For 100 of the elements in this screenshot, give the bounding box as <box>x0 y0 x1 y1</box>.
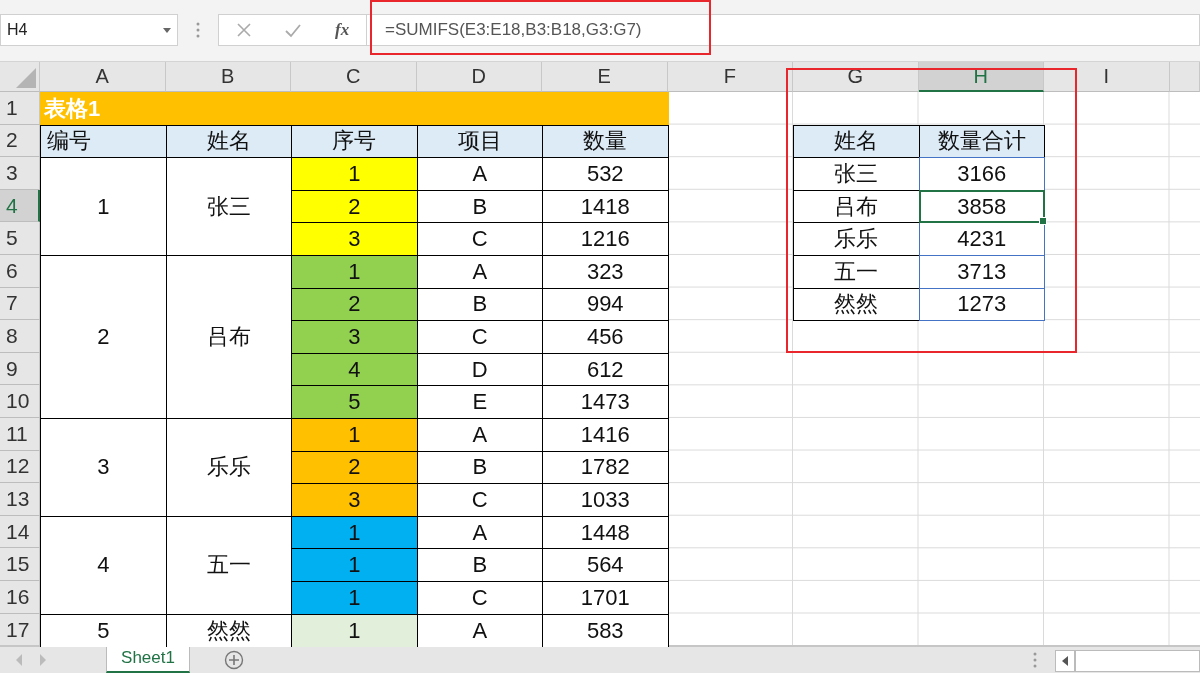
table-cell: 五一 <box>793 254 920 289</box>
table-cell: B <box>416 548 543 582</box>
sheet-tab[interactable]: Sheet1 <box>106 645 190 673</box>
row-header[interactable]: 1 <box>0 92 40 125</box>
insert-function-button[interactable]: fx <box>335 20 350 40</box>
table-cell: 1418 <box>542 189 669 224</box>
table-cell: A <box>416 515 543 550</box>
add-sheet-icon[interactable] <box>224 650 244 670</box>
table-cell: 数量 <box>542 124 669 159</box>
table-cell: 1 <box>291 417 418 452</box>
column-header[interactable]: C <box>291 62 417 92</box>
table-cell: 项目 <box>416 124 543 159</box>
check-icon[interactable] <box>285 22 302 38</box>
table-cell: 3166 <box>918 157 1045 191</box>
drag-handle-icon <box>196 21 200 39</box>
table-cell: 1 <box>291 515 418 550</box>
table-cell: 姓名 <box>793 124 920 159</box>
table-cell: 1 <box>291 157 418 191</box>
row-header[interactable]: 2 <box>0 124 40 158</box>
column-header[interactable]: A <box>40 62 166 92</box>
table-cell: 4 <box>291 352 418 387</box>
table-cell: 1 <box>291 580 418 615</box>
table-cell: 3858 <box>918 189 1045 224</box>
table-cell: B <box>416 287 543 322</box>
column-header[interactable]: E <box>542 62 668 92</box>
fill-handle[interactable] <box>1039 217 1047 226</box>
table-cell: 1448 <box>542 515 669 550</box>
formula-field[interactable]: =SUMIFS(E3:E18,B3:B18,G3:G7) <box>366 14 1200 46</box>
horizontal-scrollbar[interactable] <box>1075 650 1200 672</box>
name-box[interactable]: H4 <box>0 14 178 46</box>
table-cell: 1473 <box>542 385 669 419</box>
table-cell: 张三 <box>793 157 920 191</box>
table-cell: 583 <box>542 613 669 647</box>
table-cell: 五一 <box>165 515 292 615</box>
table-cell: 1273 <box>918 287 1045 322</box>
table-cell: 编号 <box>40 124 167 159</box>
table-cell: 2 <box>40 254 167 419</box>
table-cell: 序号 <box>291 124 418 159</box>
scroll-right-icon[interactable] <box>38 654 48 666</box>
table-cell: 564 <box>542 548 669 582</box>
table-cell: 612 <box>542 352 669 387</box>
row-header[interactable]: 8 <box>0 320 40 353</box>
select-all-icon[interactable] <box>16 68 36 88</box>
row-header[interactable]: 3 <box>0 157 40 190</box>
row-header[interactable]: 9 <box>0 352 40 386</box>
table-cell: 3 <box>291 320 418 354</box>
table-cell: 姓名 <box>165 124 292 159</box>
row-header[interactable]: 15 <box>0 548 40 581</box>
table-cell: B <box>416 189 543 224</box>
table-cell: 张三 <box>165 157 292 256</box>
table-cell: 3 <box>291 483 418 517</box>
close-icon[interactable] <box>235 22 252 38</box>
table-cell: 1416 <box>542 417 669 452</box>
row-header[interactable]: 13 <box>0 483 40 516</box>
table-cell: 2 <box>291 189 418 224</box>
column-header[interactable]: I <box>1044 62 1170 92</box>
column-header[interactable]: D <box>416 62 542 92</box>
table-cell: 数量合计 <box>918 124 1045 159</box>
table-cell: 1216 <box>542 222 669 256</box>
table-cell: D <box>416 352 543 387</box>
table-cell: 5 <box>40 613 167 647</box>
row-header[interactable]: 14 <box>0 515 40 549</box>
table-cell: 乐乐 <box>793 222 920 256</box>
table-cell: B <box>416 450 543 485</box>
table-cell: E <box>416 385 543 419</box>
row-header[interactable]: 10 <box>0 385 40 418</box>
row-header[interactable]: 7 <box>0 287 40 321</box>
table-title: 表格1 <box>40 92 669 126</box>
table-cell: A <box>416 417 543 452</box>
row-header[interactable]: 5 <box>0 222 40 255</box>
table-cell: 吕布 <box>793 189 920 224</box>
row-header[interactable]: 12 <box>0 450 40 484</box>
column-header[interactable]: B <box>165 62 291 92</box>
table-cell: 4 <box>40 515 167 615</box>
table-cell: 323 <box>542 254 669 289</box>
table-cell: 1 <box>40 157 167 256</box>
column-header[interactable]: F <box>667 62 793 92</box>
row-header[interactable]: 6 <box>0 254 40 288</box>
table-cell: C <box>416 320 543 354</box>
table-cell: 1033 <box>542 483 669 517</box>
table-cell: 4231 <box>918 222 1045 256</box>
table-cell: 3 <box>291 222 418 256</box>
table-cell: A <box>416 613 543 647</box>
table-cell: 乐乐 <box>165 417 292 517</box>
table-cell: A <box>416 254 543 289</box>
table-cell: 532 <box>542 157 669 191</box>
table-cell: 1 <box>291 254 418 289</box>
scroll-left-icon[interactable] <box>1061 656 1069 666</box>
column-header[interactable] <box>1169 62 1200 92</box>
drag-handle-icon <box>1033 652 1037 668</box>
table-cell: A <box>416 157 543 191</box>
table-cell: 3713 <box>918 254 1045 289</box>
table-cell: 2 <box>291 450 418 485</box>
table-cell: 1701 <box>542 580 669 615</box>
row-header[interactable]: 11 <box>0 417 40 451</box>
row-header[interactable]: 16 <box>0 580 40 614</box>
table-cell: C <box>416 483 543 517</box>
table-cell: C <box>416 222 543 256</box>
table-cell: 1 <box>291 548 418 582</box>
row-header[interactable]: 4 <box>0 189 40 223</box>
